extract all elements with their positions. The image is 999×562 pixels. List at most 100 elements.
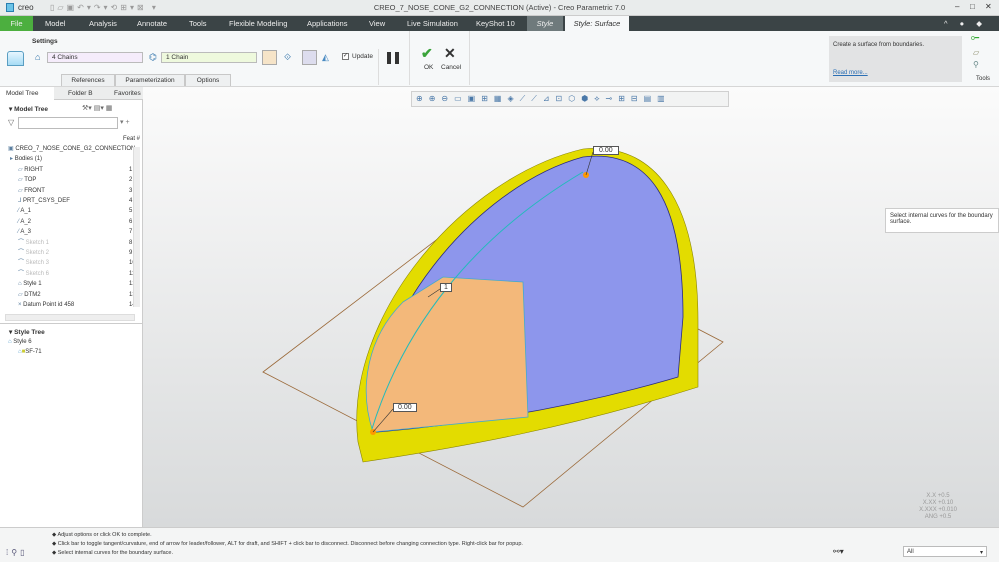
tree-item[interactable]: ⌒ Sketch 6 bbox=[18, 269, 49, 279]
menu-bar: File Model Analysis Annotate Tools Flexi… bbox=[0, 16, 999, 43]
read-more-link[interactable]: Read more... bbox=[833, 70, 868, 76]
status-bar: ⁞⚲▯ ◆ Adjust options or click OK to comp… bbox=[0, 527, 999, 562]
tree-item-feat-number: 5 bbox=[129, 208, 133, 215]
tree-vertical-scrollbar[interactable] bbox=[133, 147, 140, 307]
surface-option-button[interactable] bbox=[262, 50, 277, 65]
tree-horizontal-scrollbar[interactable] bbox=[5, 314, 135, 321]
tree-item-label: Sketch 1 bbox=[25, 239, 50, 246]
tree-item[interactable]: ⁄ A_2 bbox=[18, 217, 31, 227]
tree-item[interactable]: ▱ FRONT bbox=[18, 186, 45, 196]
feat-column-header[interactable]: Feat # bbox=[123, 136, 140, 142]
tree-item-feat-number: 3 bbox=[129, 187, 133, 194]
tree-item[interactable]: ▱ DTM2 bbox=[18, 290, 41, 300]
connection-label-mid[interactable]: 1 bbox=[440, 283, 452, 292]
divider bbox=[378, 49, 379, 85]
subtab-options[interactable]: Options bbox=[185, 74, 231, 86]
minimize-button[interactable]: – bbox=[955, 2, 959, 11]
style-tree-title-text: Style Tree bbox=[14, 329, 45, 336]
tree-item-label: Sketch 6 bbox=[25, 270, 50, 277]
tree-item-feat-number: 9 bbox=[129, 250, 133, 256]
subtab-references[interactable]: References bbox=[61, 74, 115, 86]
tab-view[interactable]: View bbox=[369, 16, 385, 31]
update-checkbox[interactable]: ✓ bbox=[342, 53, 349, 60]
internal-chain-icon: ⌬ bbox=[149, 52, 157, 62]
tree-settings-icon[interactable]: ⚒▾ ▤▾ ▦ bbox=[82, 104, 112, 112]
tools-label: Tools bbox=[976, 76, 991, 82]
tool-icon-2[interactable]: ▱ bbox=[973, 48, 979, 57]
internal-chains-collector[interactable]: 1 Chain bbox=[161, 52, 257, 63]
left-panel: Model Tree Folder B Favorites ▾ Model Tr… bbox=[0, 87, 143, 527]
tree-item[interactable]: ▣ CREO_7_NOSE_CONE_G2_CONNECTION bbox=[8, 144, 135, 154]
tab-style[interactable]: Style bbox=[527, 16, 563, 31]
window-controls-icons[interactable]: ^ ● ◆ ▾ ? bbox=[944, 16, 999, 43]
tab-model[interactable]: Model bbox=[45, 16, 65, 31]
tree-search-input[interactable] bbox=[18, 117, 118, 129]
tree-item[interactable]: ⌂ Style 1 bbox=[18, 279, 42, 289]
tab-live-simulation[interactable]: Live Simulation bbox=[407, 16, 458, 31]
tab-model-tree[interactable]: Model Tree bbox=[0, 87, 54, 100]
tab-applications[interactable]: Applications bbox=[307, 16, 347, 31]
tooltip: Select internal curves for the boundary … bbox=[885, 208, 999, 233]
tab-file[interactable]: File bbox=[0, 16, 33, 31]
tree-item-label: Bodies (1) bbox=[14, 156, 43, 163]
tree-item[interactable]: ⁄ A_1 bbox=[18, 206, 31, 216]
status-message: ◆ Select internal curves for the boundar… bbox=[52, 550, 174, 556]
tab-tools[interactable]: Tools bbox=[189, 16, 207, 31]
tab-annotate[interactable]: Annotate bbox=[137, 16, 167, 31]
add-filter-icon[interactable]: ▾ + bbox=[120, 118, 130, 126]
tree-item[interactable]: × Datum Point id 458 bbox=[18, 300, 74, 310]
tree-item[interactable]: ▱ TOP bbox=[18, 175, 36, 185]
tree-item[interactable]: ⁄ A_3 bbox=[18, 227, 31, 237]
pause-button[interactable] bbox=[387, 52, 399, 64]
filter-icon[interactable]: ▽ bbox=[8, 118, 14, 127]
status-message-text: Click bar to toggle tangent/curvature, e… bbox=[57, 541, 523, 547]
tree-item-feat-number: 2 bbox=[129, 177, 133, 184]
tool-icon-3[interactable]: ⚲ bbox=[973, 60, 979, 69]
find-binoculars-icon[interactable]: ⚯▾ bbox=[833, 547, 844, 556]
ok-button[interactable]: OK bbox=[424, 64, 433, 71]
tree-item[interactable]: ▱ RIGHT bbox=[18, 165, 43, 175]
tolerance-line: X.XX +0.10 bbox=[922, 500, 954, 506]
analysis-icon[interactable]: ◭ bbox=[322, 52, 329, 63]
settings-label: Settings bbox=[32, 38, 58, 45]
tree-item-label: Sketch 3 bbox=[25, 260, 50, 267]
tool-icon-1[interactable]: o━ bbox=[971, 34, 979, 42]
connection-icon[interactable]: ⟐ bbox=[284, 52, 291, 63]
connection-label-bottom[interactable]: 0.00 bbox=[393, 403, 417, 412]
status-icons[interactable]: ⁞⚲▯ bbox=[6, 548, 27, 557]
connection-label-top[interactable]: 0.00 bbox=[593, 146, 619, 155]
tree-item[interactable]: ⅃ PRT_CSYS_DEF bbox=[18, 196, 70, 206]
tree-item-label: A_3 bbox=[20, 229, 32, 236]
display-toggle-button[interactable] bbox=[302, 50, 317, 65]
tree-item[interactable]: ⌒ Sketch 3 bbox=[18, 258, 49, 268]
primary-chains-collector[interactable]: 4 Chains bbox=[47, 52, 143, 63]
style-tree-item[interactable]: ⌂ Style 6 bbox=[8, 339, 32, 345]
maximize-button[interactable]: □ bbox=[970, 2, 975, 11]
tree-item[interactable]: ▸ Bodies (1) bbox=[10, 154, 42, 164]
ok-check-icon[interactable]: ✔ bbox=[421, 45, 433, 62]
cancel-x-icon[interactable]: ✕ bbox=[444, 45, 456, 62]
tab-analysis[interactable]: Analysis bbox=[89, 16, 117, 31]
tree-item-label: TOP bbox=[24, 177, 37, 184]
chevron-down-icon: ▾ bbox=[979, 550, 983, 556]
ribbon: Settings ⌂ 4 Chains ⌬ 1 Chain ⟐ ◭ ✓ Upda… bbox=[0, 31, 999, 87]
tree-item-label: Style 1 bbox=[23, 281, 42, 288]
model-3d-view[interactable] bbox=[143, 87, 999, 527]
tab-style-surface[interactable]: Style: Surface bbox=[565, 16, 629, 31]
tree-item-label: Datum Point id 458 bbox=[23, 302, 75, 308]
subtab-parameterization[interactable]: Parameterization bbox=[115, 74, 185, 86]
panel-tabs: Model Tree Folder B Favorites bbox=[0, 87, 143, 100]
tab-folder-browser[interactable]: Folder B bbox=[56, 90, 93, 97]
selection-filter-dropdown[interactable]: All ▾ bbox=[903, 546, 987, 557]
style-tree-item[interactable]: ⌂■SF-71 bbox=[18, 349, 42, 355]
cancel-button[interactable]: Cancel bbox=[441, 64, 461, 71]
tab-flexible-modeling[interactable]: Flexible Modeling bbox=[229, 16, 287, 31]
tree-item-icon: ⌒ bbox=[18, 239, 26, 246]
tab-keyshot[interactable]: KeyShot 10 bbox=[476, 16, 515, 31]
tree-item[interactable]: ⌒ Sketch 2 bbox=[18, 248, 49, 258]
tree-item-icon: ⌒ bbox=[18, 270, 26, 277]
graphics-viewport[interactable]: ⊕⊕⊖▭▣⊞▦◈⟋⟋⊿⊡⬡⬢⟡⊸⊞⊟▤▥ 0.00 1 0.00 Select … bbox=[143, 87, 999, 527]
close-button[interactable]: ✕ bbox=[985, 2, 992, 11]
tab-favorites[interactable]: Favorites bbox=[102, 90, 141, 97]
tree-item[interactable]: ⌒ Sketch 1 bbox=[18, 238, 49, 248]
